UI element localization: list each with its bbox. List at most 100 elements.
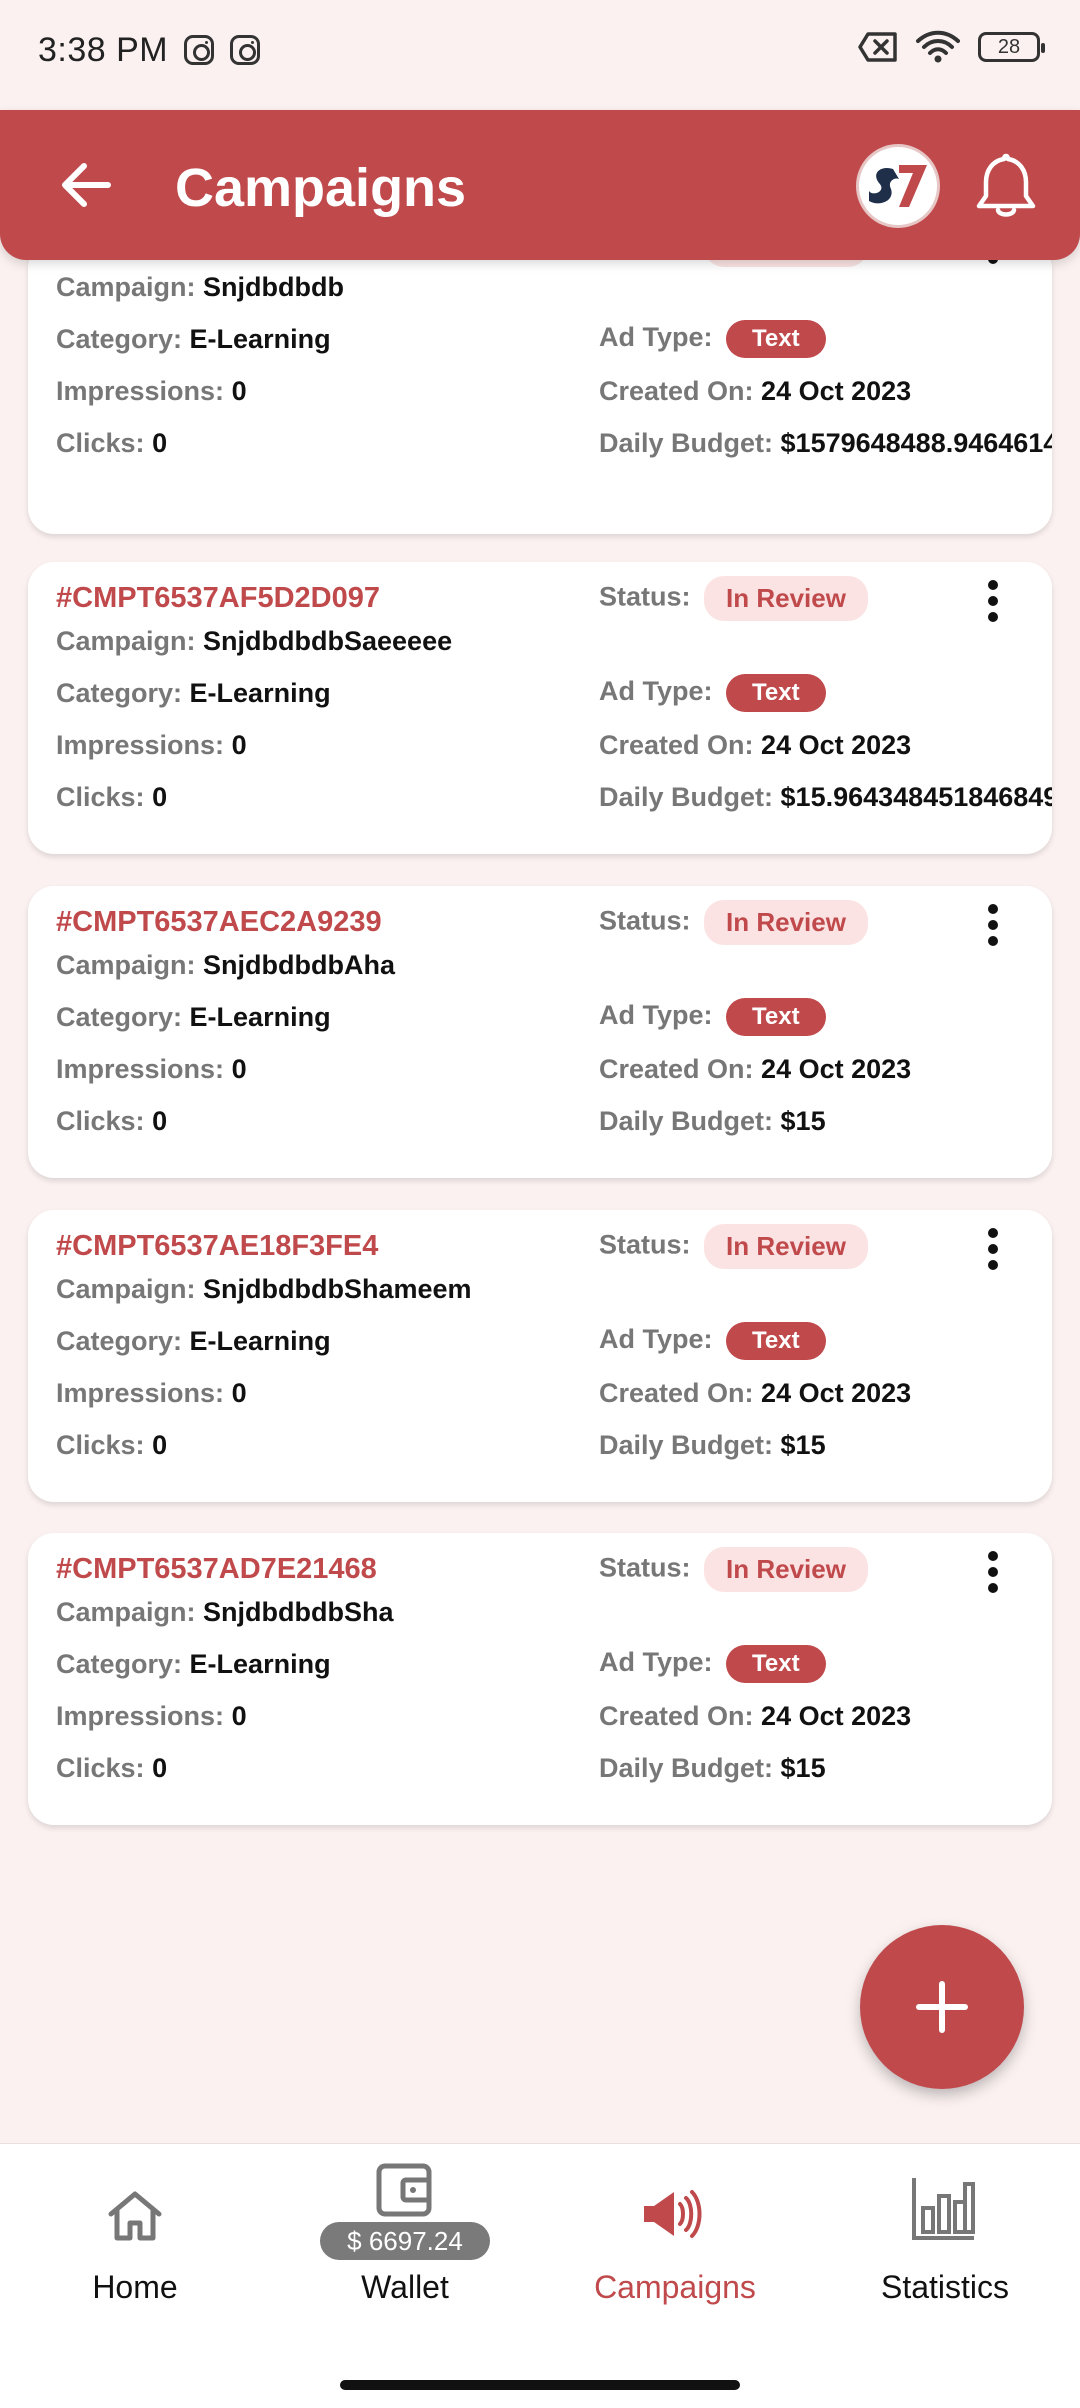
created-on-field: Created On: 24 Oct 2023 — [599, 1701, 911, 1732]
created-on-label: Created On: — [599, 1701, 754, 1731]
more-options-icon[interactable] — [978, 898, 1008, 958]
created-on-field: Created On: 24 Oct 2023 — [599, 730, 911, 761]
impressions-field: Impressions: 0 — [56, 1378, 247, 1409]
clicks-label: Clicks: — [56, 428, 145, 458]
campaign-name: SnjdbdbdbAha — [203, 950, 395, 980]
ad-type-label: Ad Type: — [599, 1647, 713, 1678]
created-on-value: 24 Oct 2023 — [761, 730, 912, 760]
impressions-field: Impressions: 0 — [56, 1701, 247, 1732]
impressions-label: Impressions: — [56, 1378, 225, 1408]
campaign-name-field: Campaign: SnjdbdbdbAha — [56, 950, 395, 981]
nav-home[interactable]: Home — [0, 2144, 270, 2344]
campaign-card[interactable]: #CMPT6537AEC2A9239 Status: In Review Cam… — [28, 886, 1052, 1178]
daily-budget-field: Daily Budget: $15 — [599, 1753, 826, 1784]
daily-budget-field: Daily Budget: $15.964348451846849 — [599, 782, 1052, 813]
clicks-label: Clicks: — [56, 1430, 145, 1460]
ad-type-badge: Text — [726, 998, 826, 1036]
category-field: Category: E-Learning — [56, 1002, 331, 1033]
daily-budget-label: Daily Budget: — [599, 782, 774, 812]
category-label: Category: — [56, 1326, 183, 1356]
campaign-name: SnjdbdbdbSaeeeee — [203, 626, 453, 656]
status-label: Status: — [599, 1552, 691, 1583]
nav-statistics[interactable]: Statistics — [810, 2144, 1080, 2344]
category-field: Category: E-Learning — [56, 324, 331, 355]
clicks-field: Clicks: 0 — [56, 1430, 167, 1461]
campaign-label: Campaign: — [56, 950, 196, 980]
ad-type-badge: Text — [726, 674, 826, 712]
clicks-value: 0 — [152, 782, 168, 812]
more-options-icon[interactable] — [978, 1222, 1008, 1282]
created-on-field: Created On: 24 Oct 2023 — [599, 1054, 911, 1085]
clicks-field: Clicks: 0 — [56, 782, 167, 813]
impressions-value: 0 — [231, 1054, 247, 1084]
category-label: Category: — [56, 1002, 183, 1032]
category-value: E-Learning — [189, 678, 331, 708]
arrow-left-icon[interactable] — [56, 155, 116, 215]
add-campaign-button[interactable] — [860, 1925, 1024, 2089]
created-on-field: Created On: 24 Oct 2023 — [599, 376, 911, 407]
created-on-value: 24 Oct 2023 — [761, 376, 912, 406]
impressions-label: Impressions: — [56, 730, 225, 760]
home-indicator[interactable] — [340, 2380, 740, 2390]
more-options-icon[interactable] — [978, 574, 1008, 634]
impressions-label: Impressions: — [56, 1701, 225, 1731]
created-on-label: Created On: — [599, 1054, 754, 1084]
status-field: Status: In Review — [599, 1547, 868, 1592]
wallet-icon — [376, 2163, 432, 2217]
ad-type-badge: Text — [726, 1322, 826, 1360]
ad-type-label: Ad Type: — [599, 1000, 713, 1031]
clicks-value: 0 — [152, 1430, 168, 1460]
campaign-card[interactable]: #CMPT6537AD7E21468 Status: In Review Cam… — [28, 1533, 1052, 1825]
status-badge: In Review — [704, 1224, 868, 1269]
wallet-balance-badge: $ 6697.24 — [320, 2222, 490, 2260]
campaign-card[interactable]: #CMPT6537AE18F3FE4 Status: In Review Cam… — [28, 1210, 1052, 1502]
campaign-id: #CMPT6537AD7E21468 — [56, 1553, 377, 1585]
impressions-field: Impressions: 0 — [56, 376, 247, 407]
campaign-card[interactable]: #CMPT6537AF5D2D097 Status: In Review Cam… — [28, 562, 1052, 854]
impressions-value: 0 — [231, 376, 247, 406]
daily-budget-field: Daily Budget: $1579648488.9464614 — [599, 428, 1052, 459]
status-badge: In Review — [704, 1547, 868, 1592]
bell-icon[interactable] — [970, 150, 1042, 222]
daily-budget-field: Daily Budget: $15 — [599, 1430, 826, 1461]
campaign-name: SnjdbdbdbShameem — [203, 1274, 472, 1304]
category-value: E-Learning — [189, 324, 331, 354]
campaign-card[interactable]: #CMPT6537AFDDE48DF Status: In Review Cam… — [28, 242, 1052, 534]
impressions-label: Impressions: — [56, 376, 225, 406]
brand-logo[interactable] — [856, 144, 940, 228]
created-on-value: 24 Oct 2023 — [761, 1378, 912, 1408]
created-on-label: Created On: — [599, 376, 754, 406]
campaign-name-field: Campaign: SnjdbdbdbSha — [56, 1597, 394, 1628]
clicks-value: 0 — [152, 1753, 168, 1783]
impressions-value: 0 — [231, 1701, 247, 1731]
more-options-icon[interactable] — [978, 1545, 1008, 1605]
ad-type-label: Ad Type: — [599, 322, 713, 353]
category-value: E-Learning — [189, 1326, 331, 1356]
clicks-label: Clicks: — [56, 782, 145, 812]
ad-type-label: Ad Type: — [599, 676, 713, 707]
created-on-field: Created On: 24 Oct 2023 — [599, 1378, 911, 1409]
ad-type-badge: Text — [726, 1645, 826, 1683]
impressions-label: Impressions: — [56, 1054, 225, 1084]
ad-type-field: Ad Type: Text — [599, 320, 826, 358]
battery-level: 28 — [997, 35, 1021, 58]
campaign-name-field: Campaign: SnjdbdbdbSaeeeee — [56, 626, 452, 657]
status-bar: 3:38 PM 28 — [0, 0, 1080, 100]
campaign-id: #CMPT6537AEC2A9239 — [56, 906, 382, 938]
daily-budget-value: $15.964348451846849 — [780, 782, 1052, 812]
campaign-label: Campaign: — [56, 272, 196, 302]
daily-budget-value: $15 — [780, 1106, 826, 1136]
created-on-label: Created On: — [599, 1378, 754, 1408]
bottom-nav: Home Wallet $ 6697.24 Campaigns Statisti… — [0, 2143, 1080, 2408]
ad-type-label: Ad Type: — [599, 1324, 713, 1355]
impressions-value: 0 — [231, 1378, 247, 1408]
status-field: Status: In Review — [599, 576, 868, 621]
clicks-label: Clicks: — [56, 1753, 145, 1783]
campaign-id: #CMPT6537AE18F3FE4 — [56, 1230, 379, 1262]
daily-budget-label: Daily Budget: — [599, 428, 774, 458]
status-field: Status: In Review — [599, 900, 868, 945]
nav-campaigns[interactable]: Campaigns — [540, 2144, 810, 2344]
clicks-value: 0 — [152, 428, 168, 458]
home-icon — [108, 2191, 162, 2241]
daily-budget-label: Daily Budget: — [599, 1430, 774, 1460]
